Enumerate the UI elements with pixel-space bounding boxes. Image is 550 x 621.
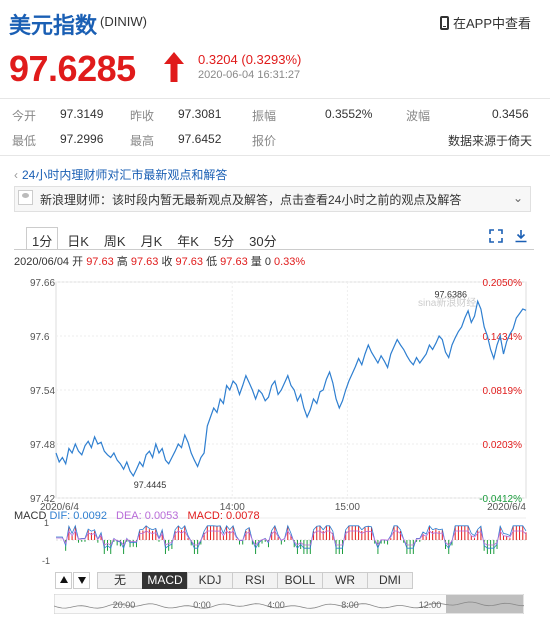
tab-1min[interactable]: 1分 — [26, 227, 59, 249]
stat-range-value: 0.3456 — [492, 107, 529, 121]
ohlc-open: 97.63 — [86, 256, 114, 268]
y-tick-left: 97.48 — [30, 440, 55, 451]
current-price: 97.6285 — [9, 48, 136, 89]
y-tick-right: 0.0819% — [483, 386, 523, 397]
navigator-tick: 8:00 — [341, 600, 359, 610]
ohlc-date: 2020/06/04 — [14, 256, 70, 268]
tab-5min[interactable]: 5分 — [208, 227, 240, 249]
ohlc-pct: 0.33% — [274, 256, 306, 268]
indicator-dmi[interactable]: DMI — [367, 572, 413, 589]
intraday-chart[interactable]: 97.66 0.2050%97.6 0.1434%97.54 0.0819%97.48… — [0, 270, 550, 570]
indicator-wr[interactable]: WR — [322, 572, 368, 589]
data-source: 数据来源于倚天 — [448, 134, 533, 148]
phone-icon — [440, 15, 449, 30]
stat-low-label: 最低 — [12, 134, 37, 148]
y-tick-left: 97.66 — [30, 278, 55, 289]
chevron-down-icon[interactable]: ⌄ — [513, 191, 523, 205]
y-tick-right: 0.0203% — [483, 440, 523, 451]
navigator-tick: 0:00 — [193, 600, 211, 610]
y-tick-left: 97.6 — [30, 332, 50, 343]
period-tabs: 1分 日K 周K 月K 年K 5分 30分 — [26, 227, 286, 249]
triangle-down-icon — [77, 577, 86, 584]
ohlc-high: 97.63 — [130, 256, 159, 268]
macd-title: MACD — [14, 510, 47, 522]
macd-value: 0.0078 — [226, 510, 260, 522]
stat-range-label: 波幅 — [406, 109, 431, 123]
tab-30min[interactable]: 30分 — [243, 227, 282, 249]
chart-grid — [55, 281, 527, 499]
open-in-app-link[interactable]: 在APP中查看 — [440, 13, 531, 32]
triangle-up-icon — [59, 576, 68, 583]
indicator-macd[interactable]: MACD — [142, 572, 188, 589]
download-icon[interactable] — [514, 229, 528, 243]
news-headline[interactable]: ‹ 24小时内理财师对汇市最新观点和解答 — [14, 166, 227, 183]
time-navigator[interactable]: 20:00 0:00 4:00 8:00 12:00 — [54, 594, 524, 614]
x-tick: 2020/6/4 — [487, 502, 526, 513]
up-arrow-icon — [164, 52, 184, 82]
open-in-app-label: 在APP中查看 — [453, 16, 532, 31]
stat-prevclose-value: 97.3081 — [178, 107, 222, 121]
indicator-kdj[interactable]: KDJ — [187, 572, 233, 589]
tab-daily[interactable]: 日K — [61, 227, 95, 249]
chevron-left-icon: ‹ — [14, 168, 18, 182]
y-tick-left: 97.54 — [30, 386, 55, 397]
ohlc-low: 97.63 — [220, 256, 248, 268]
fullscreen-icon[interactable] — [489, 229, 503, 243]
annotation-label: 97.6386 — [435, 289, 468, 299]
stat-prevclose-label: 昨收 — [130, 109, 155, 123]
navigator-tick: 4:00 — [267, 600, 285, 610]
symbol-code: (DINIW) — [100, 14, 147, 29]
advisor-avatar — [18, 190, 33, 205]
divider — [0, 98, 550, 99]
indicator-tabs: 无 MACD KDJ RSI BOLL WR DMI — [97, 572, 413, 589]
macd-dea: 0.0053 — [144, 510, 179, 522]
macd-ymin: -1 — [42, 556, 50, 566]
stat-amplitude-value: 0.3552% — [325, 107, 373, 121]
tab-yearly[interactable]: 年K — [171, 227, 205, 249]
indicator-rsi[interactable]: RSI — [232, 572, 278, 589]
ohlc-volume: 0 — [264, 256, 271, 268]
stat-amplitude-label: 振幅 — [252, 109, 277, 123]
macd-legend: MACD DIF: 0.0092 DEA: 0.0053 MACD: 0.007… — [14, 510, 260, 522]
tab-weekly[interactable]: 周K — [98, 227, 132, 249]
stat-high-value: 97.6452 — [178, 132, 222, 146]
ohlc-close: 97.63 — [175, 256, 204, 268]
news-text[interactable]: 新浪理财师：该时段内暂无最新观点及解答，点击查看24小时之前的观点及解答 — [40, 191, 461, 208]
scroll-right-button[interactable] — [73, 572, 90, 589]
divider — [14, 249, 534, 250]
price-line — [55, 299, 527, 478]
stat-low-value: 97.2996 — [60, 132, 104, 146]
stat-high-label: 最高 — [130, 134, 155, 148]
scroll-left-button[interactable] — [55, 572, 72, 589]
navigator-tick: 12:00 — [419, 600, 442, 610]
y-tick-right: 0.2050% — [483, 278, 523, 289]
tab-monthly[interactable]: 月K — [135, 227, 169, 249]
macd-dif: 0.0092 — [73, 510, 107, 522]
stat-open-value: 97.3149 — [60, 107, 104, 121]
navigator-tick: 20:00 — [113, 600, 136, 610]
stat-open-label: 今开 — [12, 109, 37, 123]
plot-frame — [55, 281, 527, 499]
indicator-none[interactable]: 无 — [97, 572, 143, 589]
divider — [0, 155, 550, 156]
quote-timestamp: 2020-06-04 16:31:27 — [198, 69, 301, 81]
indicator-boll[interactable]: BOLL — [277, 572, 323, 589]
chart-ticks: 97.66 0.2050%97.6 0.1434%97.54 0.0819%97.48… — [30, 278, 526, 513]
stat-quote-label: 报价 — [252, 134, 277, 148]
annotation-label: 97.4445 — [134, 480, 167, 490]
price-change: 0.3204 (0.3293%) — [198, 52, 302, 67]
ohlc-summary: 2020/06/04 开 97.63 高 97.63 收 97.63 低 97.… — [14, 256, 306, 268]
x-tick: 15:00 — [335, 502, 360, 513]
page-title: 美元指数 — [9, 13, 98, 38]
macd-panel: 1-1 — [42, 517, 527, 566]
